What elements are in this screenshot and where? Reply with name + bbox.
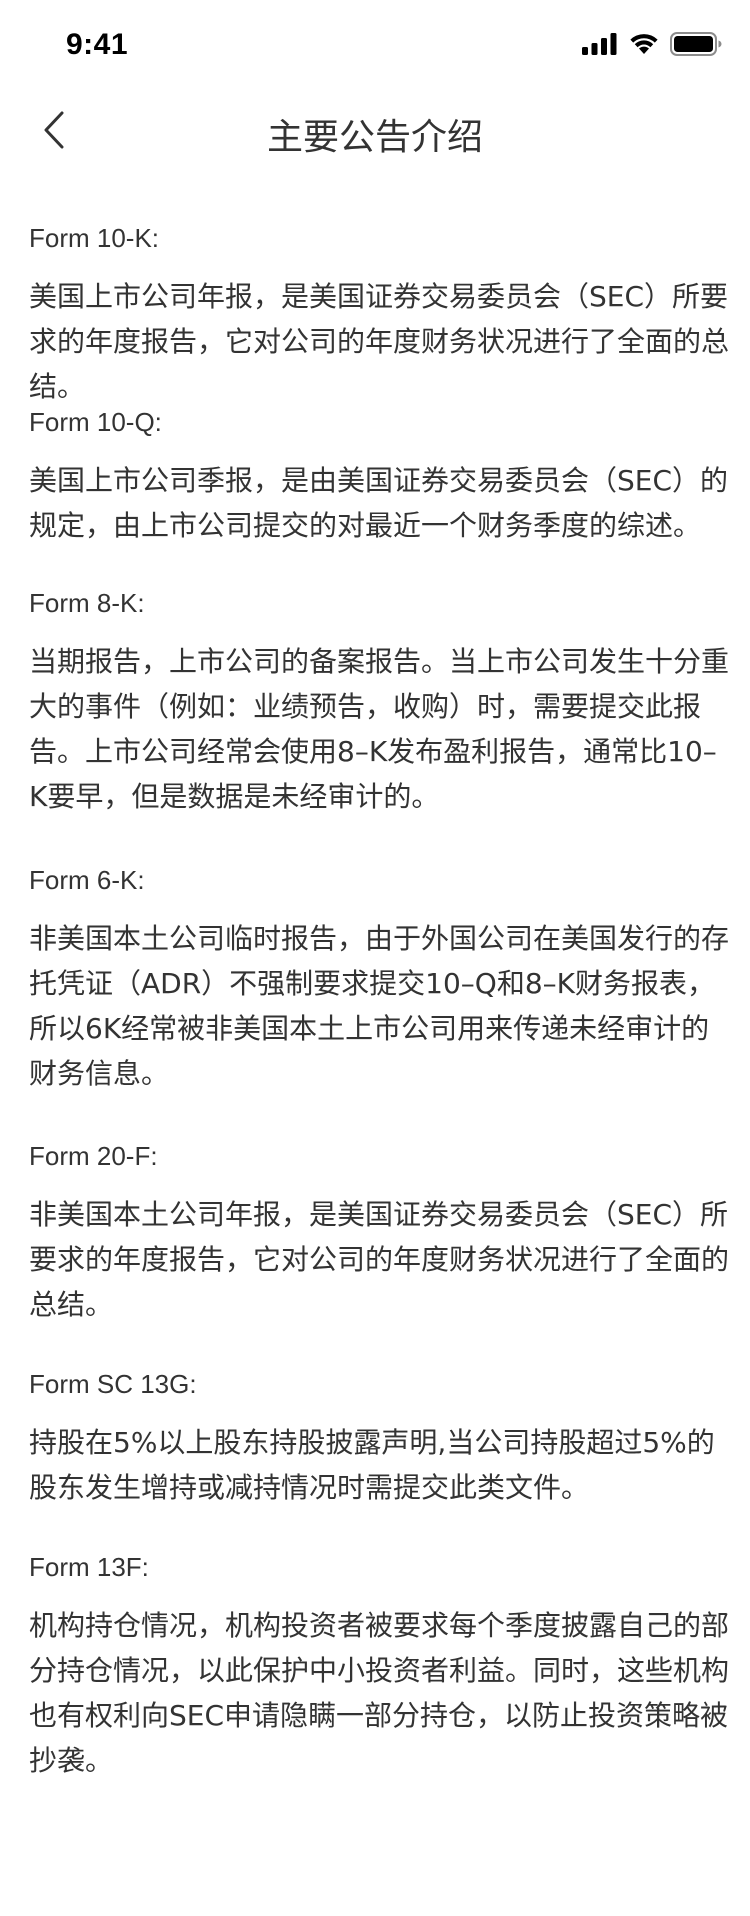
- form-description: 非美国本土公司年报，是美国证券交易委员会（SEC）所要求的年度报告，它对公司的年…: [29, 1198, 730, 1321]
- form-title: Form SC 13G:: [29, 1369, 197, 1399]
- form-description: 持股在5%以上股东持股披露声明,当公司持股超过5%的股东发生增持或减持情况时需提…: [29, 1426, 715, 1504]
- form-description: 美国上市公司季报，是由美国证券交易委员会（SEC）的规定，由上市公司提交的对最近…: [29, 464, 729, 542]
- status-bar: 9:41: [0, 0, 750, 88]
- form-title: Form 20-F:: [29, 1141, 158, 1171]
- page-title: 主要公告介绍: [266, 117, 483, 158]
- form-item-8k: Form 8-K: 当期报告，上市公司的备案报告。当上市公司发生十分重大的事件（…: [29, 585, 729, 862]
- form-item-13f: Form 13F: 机构持仓情况，机构投资者被要求每个季度披露自己的部分持仓情况…: [29, 1549, 729, 1783]
- form-title: Form 10-Q:: [29, 407, 162, 437]
- form-description: 当期报告，上市公司的备案报告。当上市公司发生十分重大的事件（例如：业绩预告，收购…: [29, 645, 730, 813]
- form-title: Form 10-K:: [29, 223, 160, 253]
- form-title: Form 6-K:: [29, 865, 145, 895]
- form-description: 机构持仓情况，机构投资者被要求每个季度披露自己的部分持仓情况，以此保护中小投资者…: [29, 1609, 730, 1777]
- battery-icon: [670, 32, 722, 60]
- status-time: 9:41: [66, 28, 129, 61]
- form-title: Form 13F:: [29, 1552, 149, 1582]
- signal-icon: [582, 33, 618, 59]
- nav-bar: 主要公告介绍: [0, 88, 750, 176]
- form-item-10q: Form 10-Q: 美国上市公司季报，是由美国证券交易委员会（SEC）的规定，…: [29, 404, 729, 585]
- status-icons: [582, 32, 722, 60]
- form-item-20f: Form 20-F: 非美国本土公司年报，是美国证券交易委员会（SEC）所要求的…: [29, 1138, 729, 1366]
- announcement-list: Form 10-K: 美国上市公司年报，是美国证券交易委员会（SEC）所要求的年…: [29, 220, 729, 1783]
- form-description: 美国上市公司年报，是美国证券交易委员会（SEC）所要求的年度报告，它对公司的年度…: [29, 280, 730, 403]
- form-description: 非美国本土公司临时报告，由于外国公司在美国发行的存托凭证（ADR）不强制要求提交…: [29, 922, 730, 1090]
- form-item-6k: Form 6-K: 非美国本土公司临时报告，由于外国公司在美国发行的存托凭证（A…: [29, 862, 729, 1138]
- wifi-icon: [628, 32, 660, 60]
- form-item-10k: Form 10-K: 美国上市公司年报，是美国证券交易委员会（SEC）所要求的年…: [29, 220, 729, 404]
- form-item-sc13g: Form SC 13G: 持股在5%以上股东持股披露声明,当公司持股超过5%的股…: [29, 1366, 729, 1549]
- form-title: Form 8-K:: [29, 588, 145, 618]
